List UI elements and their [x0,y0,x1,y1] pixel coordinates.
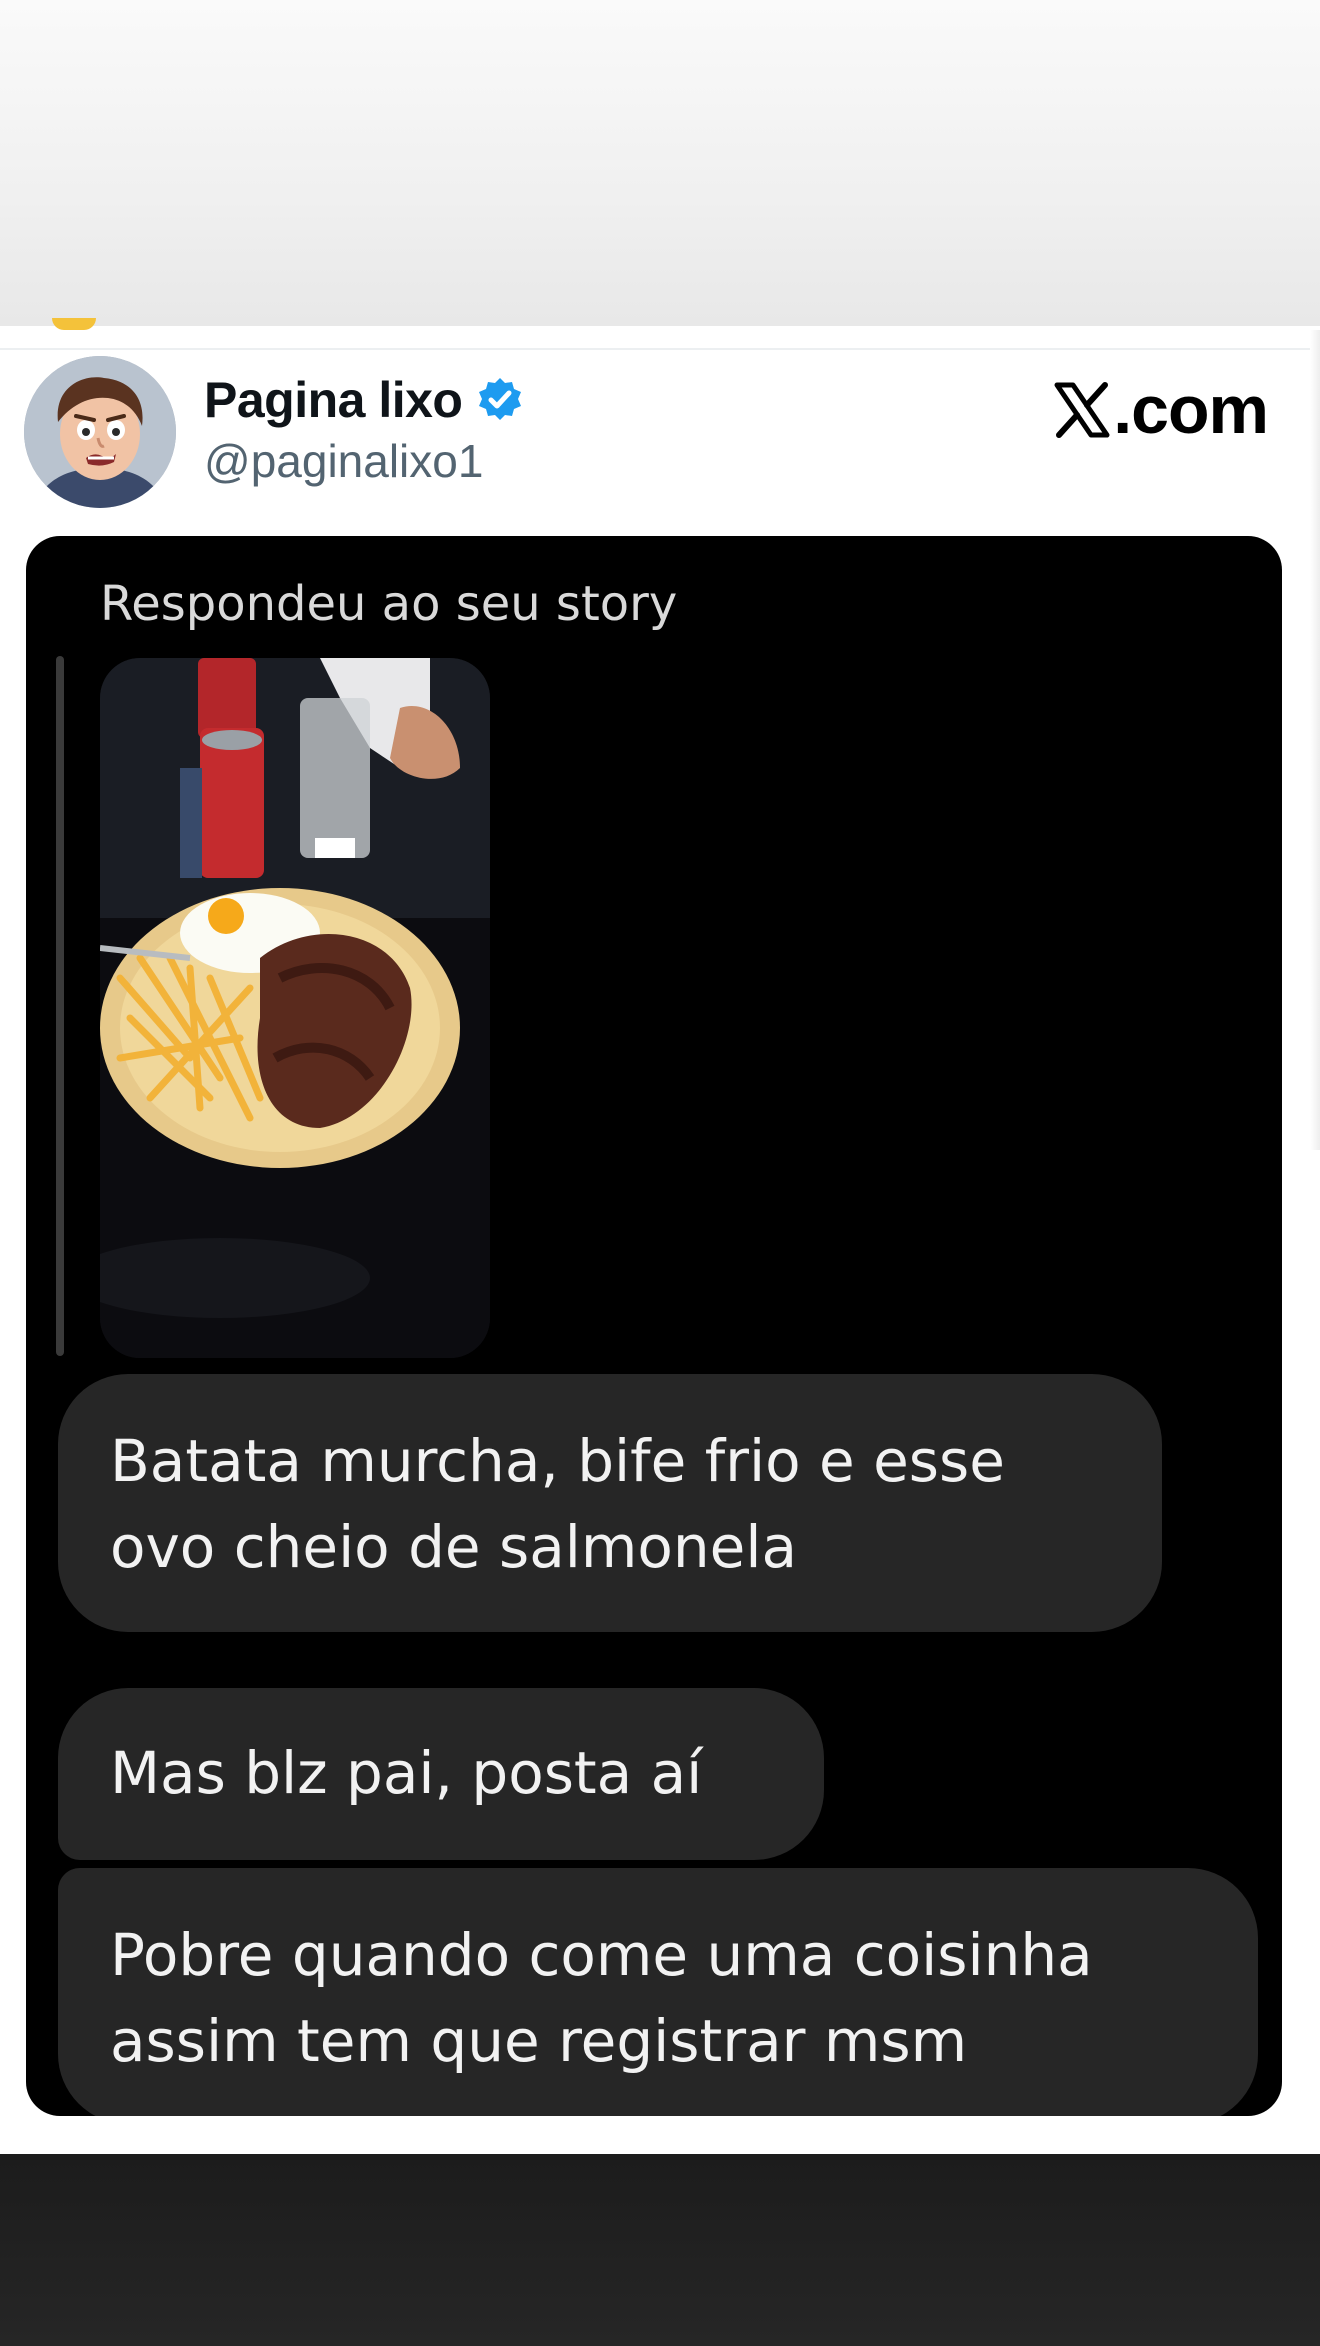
dm-screenshot-card[interactable]: Respondeu ao seu story Batata murcha, bi… [26,536,1282,2116]
message-bubble[interactable]: Mas blz pai, posta aí [58,1688,824,1860]
brand-domain-text: .com [1113,372,1269,448]
top-blank-area [0,0,1320,326]
divider [0,348,1320,350]
reply-indicator-bar [56,656,64,1356]
name-row: Pagina lixo [204,370,524,430]
story-reply-label: Respondeu ao seu story [100,576,678,632]
page: Pagina lixo @paginalixo1 .com Respondeu … [0,0,1320,2346]
story-thumbnail[interactable] [100,658,490,1358]
display-name[interactable]: Pagina lixo [204,371,463,429]
message-text: Pobre quando come uma coisinha assim tem… [110,1921,1093,2075]
message-bubble[interactable]: Batata murcha, bife frio e esse ovo chei… [58,1374,1162,1632]
x-logo-icon [1053,381,1111,439]
avatar[interactable] [24,356,176,508]
message-bubble[interactable]: Pobre quando come uma coisinha assim tem… [58,1868,1258,2116]
avatar-cartoon-face-icon [24,356,176,508]
food-plate-photo-icon [100,658,490,1358]
message-text: Batata murcha, bife frio e esse ovo chei… [110,1427,1005,1581]
bottom-dark-bar [0,2154,1320,2346]
partial-emoji-icon [52,318,96,330]
edge-shadow [1310,330,1320,1150]
message-text: Mas blz pai, posta aí [110,1739,703,1807]
x-com-brand: .com [1053,372,1269,448]
user-handle[interactable]: @paginalixo1 [204,434,483,488]
verified-badge-icon [476,376,524,424]
